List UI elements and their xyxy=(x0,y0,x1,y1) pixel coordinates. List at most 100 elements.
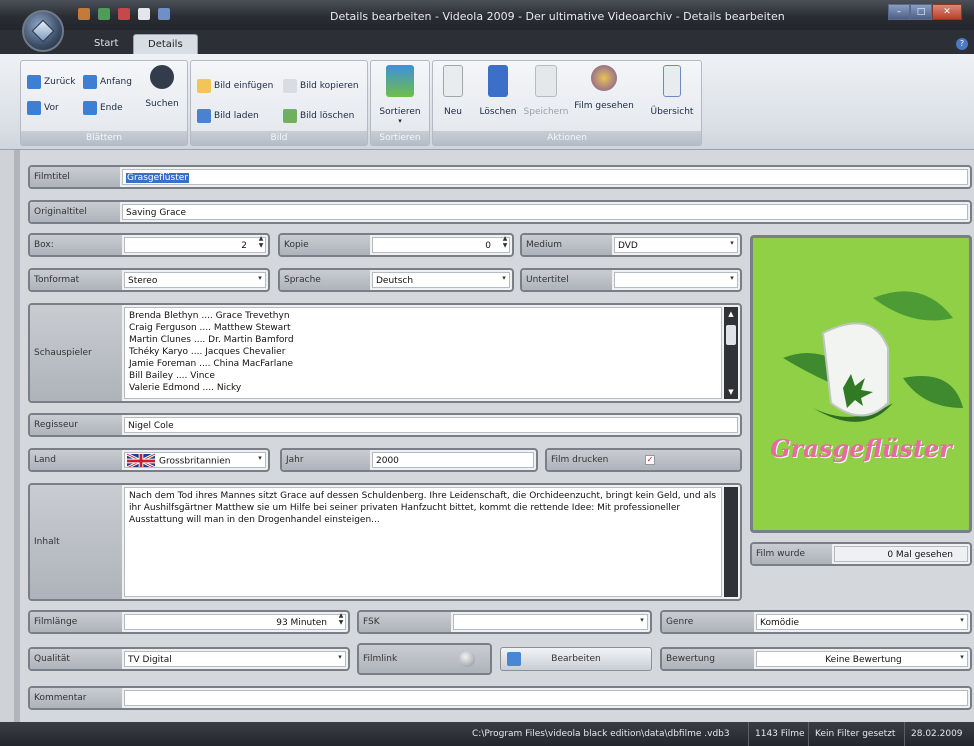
film-drucken-checkbox[interactable]: ✓ xyxy=(645,455,655,465)
film-wurde-field: Film wurde 0 Mal gesehen xyxy=(750,542,972,566)
help-circle-icon[interactable]: ? xyxy=(956,38,968,50)
originaltitel-field: Originaltitel Saving Grace xyxy=(28,200,972,224)
chevron-down-icon: ▾ xyxy=(398,117,402,125)
movie-poster-image[interactable]: Grasgeflüster xyxy=(750,235,972,533)
bild-kopieren-button[interactable]: Bild kopieren xyxy=(283,79,359,93)
inhalt-scrollbar[interactable] xyxy=(724,487,738,597)
chevron-down-icon[interactable]: ▾ xyxy=(334,649,346,669)
save-icon[interactable] xyxy=(78,8,90,20)
medium-select[interactable]: DVD xyxy=(614,237,738,253)
print-icon[interactable] xyxy=(118,8,130,20)
filmlink-field: Filmlink xyxy=(357,643,492,675)
bild-einfuegen-button[interactable]: Bild einfügen xyxy=(197,79,273,93)
land-select[interactable]: Grossbritannien xyxy=(124,452,266,468)
kopie-label: Kopie xyxy=(280,235,370,255)
status-filter: Kein Filter gesetzt xyxy=(808,722,901,746)
chevron-down-icon[interactable]: ▾ xyxy=(956,649,968,669)
chevron-down-icon[interactable]: ▾ xyxy=(498,270,510,290)
kommentar-input[interactable] xyxy=(124,690,968,706)
app-menu-button[interactable] xyxy=(22,10,64,52)
qualitaet-select[interactable]: TV Digital xyxy=(124,651,346,667)
load-image-icon xyxy=(197,109,211,123)
actor-line: Bill Bailey .... Vince xyxy=(129,371,215,381)
untertitel-select[interactable] xyxy=(614,272,738,288)
regisseur-field: Regisseur Nigel Cole xyxy=(28,413,742,437)
bild-loeschen-label: Bild löschen xyxy=(300,111,355,121)
chevron-down-icon[interactable]: ▾ xyxy=(956,612,968,632)
vor-button[interactable]: Vor xyxy=(27,101,59,115)
fsk-label: FSK xyxy=(359,612,451,632)
sprache-select[interactable]: Deutsch xyxy=(372,272,510,288)
bild-loeschen-button[interactable]: Bild löschen xyxy=(283,109,354,123)
zurueck-button[interactable]: Zurück xyxy=(27,75,75,89)
jahr-input[interactable]: 2000 xyxy=(372,452,534,468)
tonformat-select[interactable]: Stereo xyxy=(124,272,266,288)
chevron-down-icon[interactable]: ▾ xyxy=(254,270,266,290)
filmtitel-input[interactable]: Grasgeflüster xyxy=(122,169,968,185)
chevron-down-icon[interactable]: ▾ xyxy=(726,235,738,255)
bearbeiten-button[interactable]: Bearbeiten xyxy=(500,647,652,671)
binoculars-icon xyxy=(150,65,174,89)
actor-line: Tchéky Karyo .... Jacques Chevalier xyxy=(129,347,286,357)
box-spinner[interactable]: ▲ ▼ xyxy=(256,235,266,255)
save-disk-icon xyxy=(535,65,557,97)
window-controls: – □ ✕ xyxy=(888,4,962,20)
neu-button[interactable]: Neu xyxy=(433,65,473,117)
genre-select[interactable]: Komödie xyxy=(756,614,968,630)
jahr-label: Jahr xyxy=(282,450,370,470)
box-input[interactable]: 2 xyxy=(124,237,266,253)
suchen-label: Suchen xyxy=(145,99,179,109)
schauspieler-scrollbar[interactable]: ▲ ▼ xyxy=(724,307,738,399)
anfang-label: Anfang xyxy=(100,77,132,87)
bewertung-select[interactable]: Keine Bewertung xyxy=(756,651,968,667)
film-icon[interactable] xyxy=(138,8,150,20)
minimize-button[interactable]: – xyxy=(888,4,910,20)
scroll-thumb[interactable] xyxy=(726,325,736,345)
box-field: Box: 2 ▲ ▼ xyxy=(28,233,270,257)
title-bar: Details bearbeiten - Videola 2009 - Der … xyxy=(0,0,974,30)
help-icon[interactable] xyxy=(158,8,170,20)
box-label: Box: xyxy=(30,235,122,255)
chevron-down-icon[interactable]: ▾ xyxy=(726,270,738,290)
sortieren-button[interactable]: Sortieren ▾ xyxy=(377,65,423,125)
undo-icon[interactable] xyxy=(98,8,110,20)
ende-button[interactable]: Ende xyxy=(83,101,123,115)
regisseur-input[interactable]: Nigel Cole xyxy=(124,417,738,433)
scroll-down-icon[interactable]: ▼ xyxy=(724,385,738,399)
ribbon-tabs: Start Details ? xyxy=(0,30,974,54)
bild-laden-button[interactable]: Bild laden xyxy=(197,109,259,123)
originaltitel-label: Originaltitel xyxy=(30,202,120,222)
arrow-right-icon xyxy=(27,101,41,115)
suchen-button[interactable]: Suchen xyxy=(139,65,185,109)
close-button[interactable]: ✕ xyxy=(932,4,962,20)
tab-details[interactable]: Details xyxy=(133,34,198,54)
kopie-input[interactable]: 0 xyxy=(372,237,510,253)
anfang-button[interactable]: Anfang xyxy=(83,75,132,89)
originaltitel-input[interactable]: Saving Grace xyxy=(122,204,968,220)
filmlink-status-icon[interactable] xyxy=(459,651,475,667)
tab-start[interactable]: Start xyxy=(80,34,132,54)
film-gesehen-label: Film gesehen xyxy=(574,101,634,111)
schauspieler-textarea[interactable]: Brenda Blethyn .... Grace Trevethyn Crai… xyxy=(124,307,722,399)
actor-line: Jamie Foreman .... China MacFarlane xyxy=(129,359,294,369)
zurueck-label: Zurück xyxy=(44,77,76,87)
chevron-down-icon[interactable]: ▾ xyxy=(636,612,648,632)
filmlaenge-input[interactable]: 93 Minuten xyxy=(124,614,346,630)
maximize-button[interactable]: □ xyxy=(910,4,932,20)
kopie-spinner[interactable]: ▲ ▼ xyxy=(500,235,510,255)
uebersicht-button[interactable]: Übersicht xyxy=(645,65,699,117)
ribbon-group-sortieren: Sortieren ▾ Sortieren xyxy=(370,60,430,146)
inhalt-field: Inhalt Nach dem Tod ihres Mannes sitzt G… xyxy=(28,483,742,601)
scroll-up-icon[interactable]: ▲ xyxy=(724,307,738,321)
loeschen-button[interactable]: Löschen xyxy=(475,65,521,117)
filmlaenge-spinner[interactable]: ▲ ▼ xyxy=(336,612,346,632)
first-icon xyxy=(83,75,97,89)
tonformat-label: Tonformat xyxy=(30,270,122,290)
speichern-button[interactable]: Speichern xyxy=(523,65,569,117)
film-gesehen-button[interactable]: Film gesehen xyxy=(571,65,637,111)
sprache-label: Sprache xyxy=(280,270,370,290)
inhalt-textarea[interactable]: Nach dem Tod ihres Mannes sitzt Grace au… xyxy=(124,487,722,597)
fsk-select[interactable] xyxy=(453,614,648,630)
arrow-left-icon xyxy=(27,75,41,89)
chevron-down-icon[interactable]: ▾ xyxy=(254,450,266,470)
